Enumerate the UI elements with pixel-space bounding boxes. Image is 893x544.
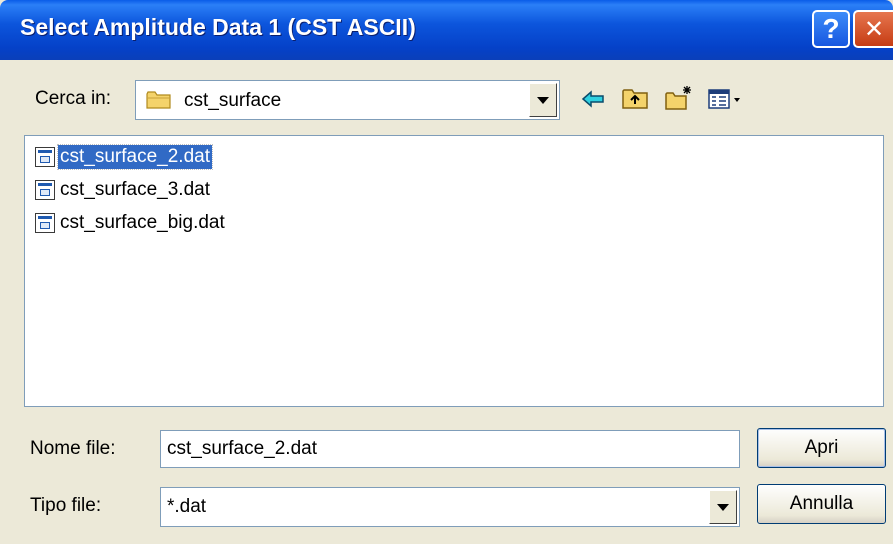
lookin-value: cst_surface: [184, 90, 282, 111]
title-bar[interactable]: Select Amplitude Data 1 (CST ASCII) ? ✕: [0, 0, 893, 60]
close-button[interactable]: ✕: [853, 10, 893, 48]
up-folder-icon[interactable]: [620, 84, 650, 114]
file-list-item[interactable]: cst_surface_big.dat: [35, 210, 227, 236]
file-open-dialog: Select Amplitude Data 1 (CST ASCII) ? ✕ …: [0, 0, 893, 544]
filename-label: Nome file:: [30, 438, 116, 459]
filename-input[interactable]: [160, 430, 740, 468]
chevron-down-icon: [717, 503, 729, 511]
chevron-down-icon: [537, 96, 549, 104]
help-icon: ?: [822, 13, 840, 44]
file-list[interactable]: cst_surface_2.dat cst_surface_3.dat cst_…: [24, 135, 884, 407]
file-list-item[interactable]: cst_surface_3.dat: [35, 177, 212, 203]
file-name: cst_surface_3.dat: [60, 179, 210, 200]
dat-file-icon: [35, 147, 55, 167]
open-button[interactable]: Apri: [757, 428, 886, 468]
dialog-title: Select Amplitude Data 1 (CST ASCII): [20, 14, 416, 40]
close-icon: ✕: [863, 15, 885, 43]
cancel-button[interactable]: Annulla: [757, 484, 886, 524]
filetype-dropdown[interactable]: *.dat: [160, 487, 740, 527]
new-folder-icon[interactable]: [663, 84, 693, 114]
dat-file-icon: [35, 180, 55, 200]
dat-file-icon: [35, 213, 55, 233]
filetype-label: Tipo file:: [30, 495, 102, 516]
file-list-item[interactable]: cst_surface_2.dat: [35, 144, 213, 170]
filetype-dropdown-arrow[interactable]: [709, 490, 737, 524]
folder-icon: [146, 91, 171, 109]
help-button[interactable]: ?: [812, 10, 850, 48]
file-name: cst_surface_2.dat: [57, 144, 213, 170]
view-menu-icon[interactable]: [706, 84, 746, 114]
back-arrow-icon[interactable]: [578, 84, 608, 114]
filetype-value: *.dat: [167, 496, 207, 517]
lookin-label: Cerca in:: [35, 88, 112, 109]
lookin-dropdown-arrow[interactable]: [529, 83, 557, 117]
lookin-dropdown[interactable]: cst_surface: [135, 80, 560, 120]
file-name: cst_surface_big.dat: [60, 212, 225, 233]
